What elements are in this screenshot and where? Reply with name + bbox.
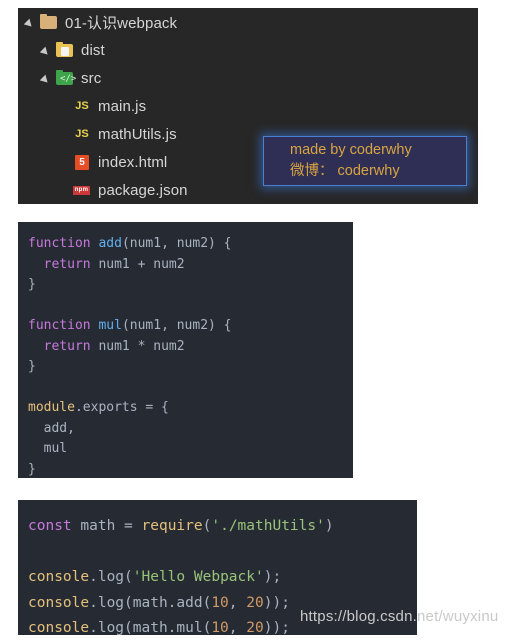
code-token: mul bbox=[28, 441, 68, 456]
code-token: mul bbox=[98, 318, 122, 333]
tree-item-label: src bbox=[81, 69, 102, 87]
code-token: ); bbox=[263, 569, 282, 585]
code-token: .log(math.add( bbox=[89, 594, 212, 611]
code-token: return bbox=[43, 256, 91, 272]
code-token: = bbox=[124, 518, 133, 534]
code-token: } bbox=[28, 359, 36, 374]
code-token: ) bbox=[324, 518, 334, 534]
code-token: 10 bbox=[211, 620, 229, 635]
code-line: mul bbox=[28, 439, 353, 460]
code-token: } bbox=[28, 461, 36, 477]
folder-yellow-dist-icon bbox=[56, 42, 74, 58]
code-token: num1 * num2 bbox=[90, 338, 185, 354]
code-token: function bbox=[28, 236, 99, 251]
folder-green-src-icon: </> bbox=[56, 70, 76, 86]
code-token: (num1, num2) { bbox=[121, 236, 232, 251]
tree-item-src[interactable]: </> src bbox=[18, 64, 478, 92]
code-token: math bbox=[71, 518, 125, 534]
code-token: .log( bbox=[89, 569, 133, 585]
tree-item-label: 01-认识webpack bbox=[65, 14, 178, 32]
csdn-watermark: https://blog.csdn.net/wuyxinu bbox=[300, 608, 499, 625]
code-token: num1 + num2 bbox=[90, 256, 185, 272]
code-line: } bbox=[28, 275, 353, 296]
code-token: .exports = { bbox=[74, 400, 169, 415]
code-line: function mul(num1, num2) { bbox=[28, 316, 353, 337]
tree-item-label: index.html bbox=[98, 153, 168, 171]
author-badge-line-1: made by coderwhy bbox=[290, 142, 412, 158]
folder-tan-icon bbox=[40, 14, 58, 30]
code-token: 20 bbox=[246, 620, 264, 635]
code-line: const math = require('./mathUtils') bbox=[28, 514, 417, 540]
tree-item-label: dist bbox=[81, 41, 105, 59]
code-token: return bbox=[43, 338, 91, 354]
code-token: add, bbox=[28, 420, 75, 436]
chevron-down-icon[interactable] bbox=[24, 15, 38, 29]
code-line: } bbox=[28, 460, 353, 479]
code-line: add, bbox=[28, 419, 353, 440]
code-token: } bbox=[28, 277, 36, 292]
author-badge: made by coderwhy 微博： coderwhy bbox=[263, 136, 467, 186]
code-token: 10 bbox=[211, 594, 229, 611]
code-token: console bbox=[28, 594, 90, 611]
code-token: module bbox=[28, 400, 75, 415]
code-token: , bbox=[228, 620, 247, 635]
code-token: console bbox=[28, 620, 90, 635]
code-token: add bbox=[98, 236, 122, 251]
npm-file-icon: npm bbox=[73, 186, 90, 195]
author-badge-line-2: 微博： coderwhy bbox=[290, 163, 400, 179]
code-token: 20 bbox=[246, 594, 264, 611]
code-token: 'Hello Webpack' bbox=[132, 569, 264, 585]
code-token: console bbox=[28, 569, 90, 585]
tree-item-label: package.json bbox=[98, 181, 188, 199]
chevron-down-icon[interactable] bbox=[40, 43, 54, 57]
code-token: , bbox=[228, 594, 247, 611]
code-line: function add(num1, num2) { bbox=[28, 234, 353, 255]
code-token: )); bbox=[263, 594, 290, 611]
code-token: .log(math.mul( bbox=[89, 620, 212, 635]
tree-item-01---webpack[interactable]: 01-认识webpack bbox=[18, 8, 478, 36]
code-token: require bbox=[141, 518, 203, 534]
code-line: return num1 * num2 bbox=[28, 337, 353, 358]
chevron-down-icon[interactable] bbox=[40, 71, 54, 85]
code-token: './mathUtils' bbox=[211, 518, 325, 534]
code-token: (num1, num2) { bbox=[121, 318, 232, 333]
tree-item-label: main.js bbox=[98, 97, 147, 115]
code-line: return num1 + num2 bbox=[28, 255, 353, 276]
tree-item-main.js[interactable]: JS main.js bbox=[18, 92, 478, 120]
code-token: function bbox=[28, 318, 99, 333]
code-token: )); bbox=[263, 620, 290, 635]
html5-file-icon: 5 bbox=[73, 154, 91, 170]
code-line: module.exports = { bbox=[28, 398, 353, 419]
tree-item-dist[interactable]: dist bbox=[18, 36, 478, 64]
code-line: } bbox=[28, 357, 353, 378]
code-line: console.log('Hello Webpack'); bbox=[28, 565, 417, 591]
js-file-icon: JS bbox=[75, 100, 89, 112]
js-file-icon: JS bbox=[75, 128, 89, 140]
tree-item-label: mathUtils.js bbox=[98, 125, 177, 143]
code-block-mathutils[interactable]: function add(num1, num2) { return num1 +… bbox=[18, 222, 353, 478]
code-token: const bbox=[28, 518, 72, 534]
